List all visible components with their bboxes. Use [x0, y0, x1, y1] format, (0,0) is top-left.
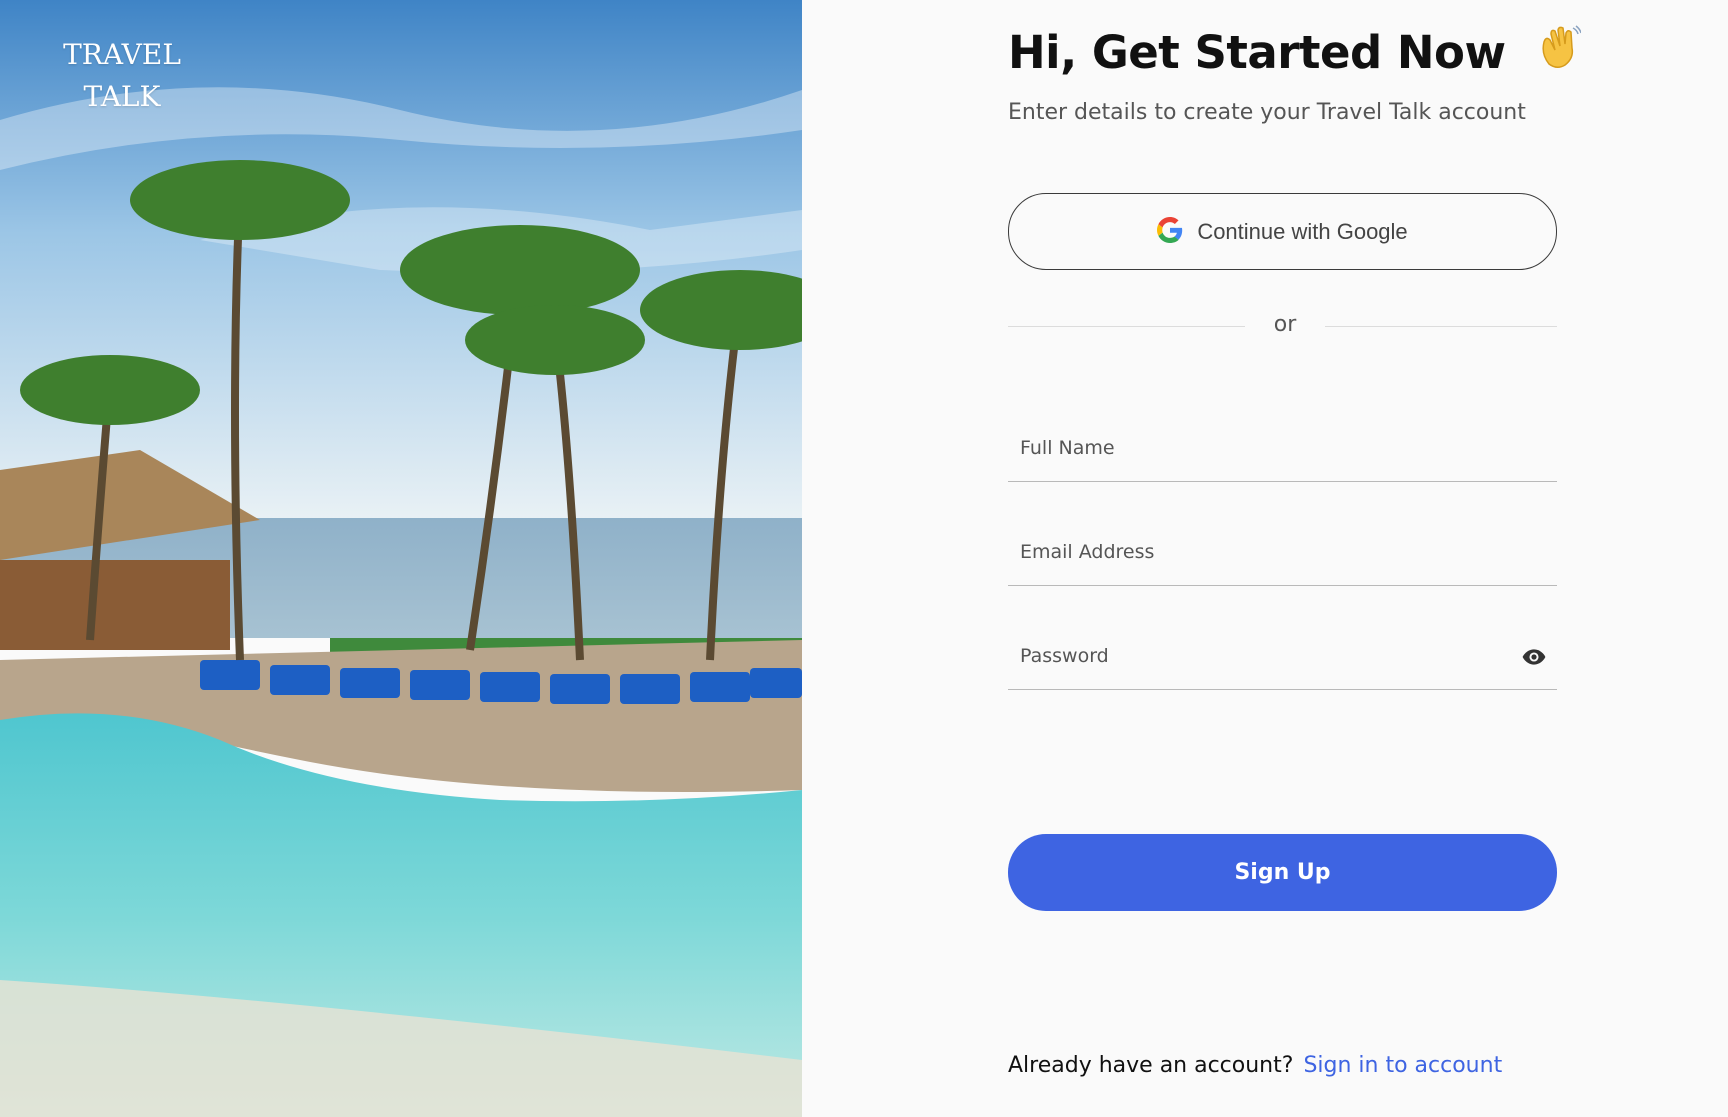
hero-image: TRAVEL TALK [0, 0, 802, 1117]
google-button-label: Continue with Google [1197, 218, 1408, 244]
sign-up-button[interactable]: Sign Up [1008, 834, 1557, 911]
brand-logo: TRAVEL TALK [0, 34, 244, 118]
page-title-text: Hi, Get Started Now [1008, 26, 1506, 79]
full-name-input[interactable] [1008, 426, 1557, 470]
brand-line-1: TRAVEL [63, 38, 181, 71]
or-divider: or [1008, 310, 1557, 340]
email-input[interactable] [1008, 530, 1557, 574]
sign-in-link[interactable]: Sign in to account [1303, 1053, 1502, 1078]
password-input[interactable] [1008, 634, 1557, 678]
signup-panel: Hi, Get Started Now Enter details to cre… [802, 0, 1728, 1117]
continue-with-google-button[interactable]: Continue with Google [1008, 193, 1557, 270]
sign-in-prompt-text: Already have an account? [1008, 1053, 1294, 1078]
sign-in-prompt: Already have an account? Sign in to accou… [1008, 1053, 1502, 1078]
divider-line-right [1325, 326, 1557, 327]
email-field [1008, 506, 1557, 586]
page-title: Hi, Get Started Now [1008, 24, 1582, 81]
waving-hand-icon [1535, 24, 1582, 81]
eye-icon[interactable] [1521, 644, 1547, 670]
google-icon [1157, 217, 1183, 246]
divider-text: or [1273, 312, 1297, 337]
brand-line-2: TALK [83, 80, 161, 113]
password-field [1008, 610, 1557, 690]
divider-line-left [1008, 326, 1245, 327]
page-subtitle: Enter details to create your Travel Talk… [1008, 100, 1526, 125]
full-name-field [1008, 402, 1557, 482]
